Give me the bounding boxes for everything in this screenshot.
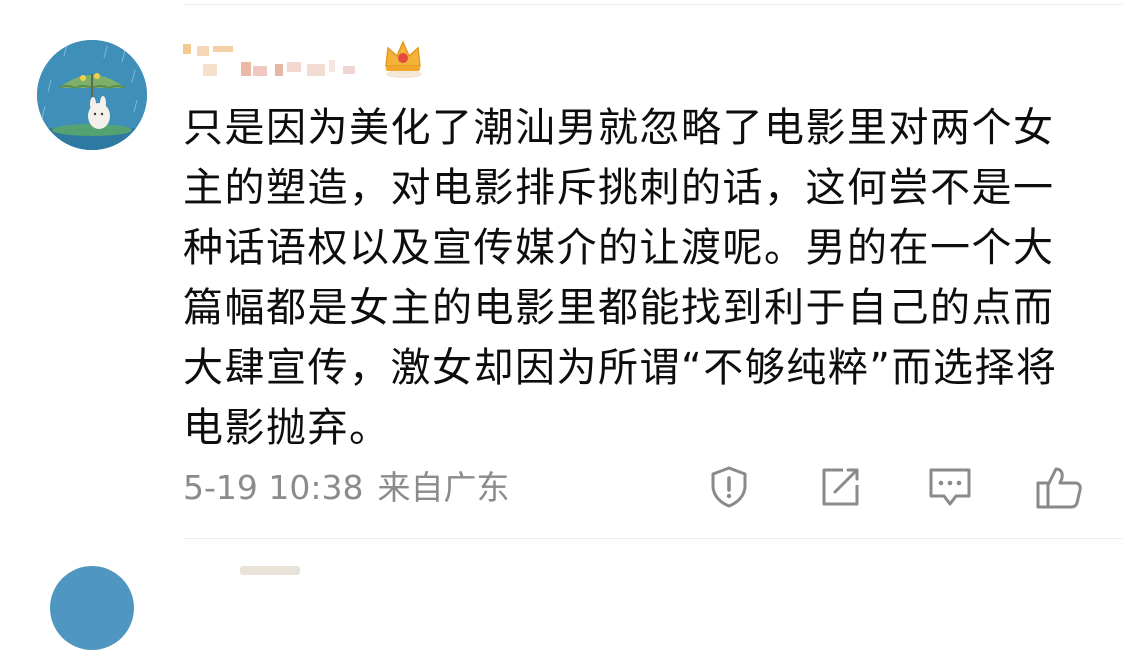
avatar[interactable] [37,40,147,150]
next-comment-avatar[interactable] [50,566,134,650]
bottom-divider [183,538,1122,539]
comment-meta: 5-19 10:38 来自广东 [183,466,510,510]
comment-location: 来自广东 [377,468,510,507]
comment-body: 只是因为美化了潮汕男就忽略了电影里对两个女主的塑造，对电影排斥挑刺的话，这何尝不… [183,105,1058,451]
share-icon [822,468,859,506]
avatar-illustration [37,40,147,150]
shield-alert-icon [711,466,747,508]
reply-button[interactable] [925,462,975,512]
thumbs-up-icon [1036,467,1082,509]
next-comment-username-redacted[interactable] [240,566,300,575]
crown-badge-icon [380,36,426,78]
username-redacted[interactable] [183,42,373,78]
top-divider [183,4,1122,5]
report-button[interactable] [704,462,754,512]
share-button[interactable] [815,462,865,512]
like-button[interactable] [1034,462,1084,512]
comment-icon [929,468,971,506]
comment-timestamp: 5-19 10:38 [183,468,364,507]
